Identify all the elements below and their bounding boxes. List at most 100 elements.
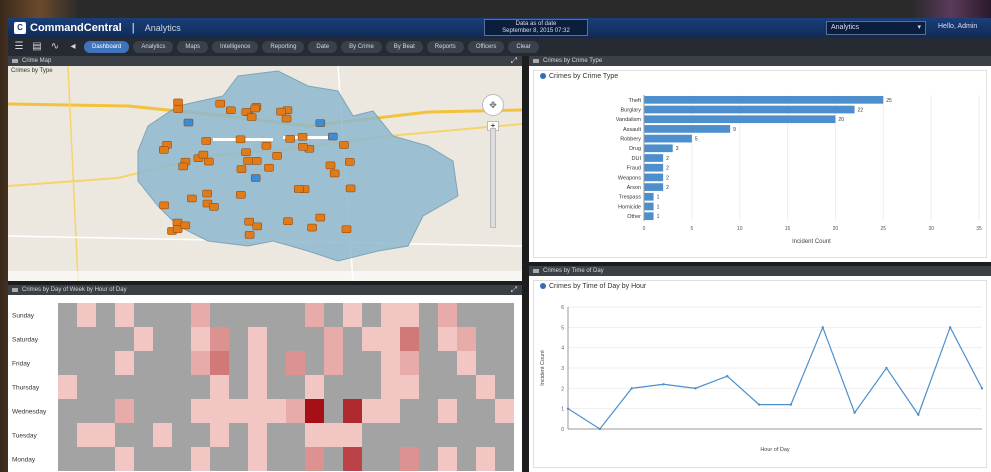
heatmap-cell[interactable] [115, 447, 134, 471]
chart-icon[interactable]: ∿ [48, 41, 62, 53]
heatmap-cell[interactable] [134, 303, 153, 327]
crime-marker[interactable] [183, 118, 194, 127]
heatmap-cell[interactable] [172, 327, 191, 351]
heatmap-cell[interactable] [381, 447, 400, 471]
heatmap-cell[interactable] [96, 303, 115, 327]
crime-marker[interactable] [159, 146, 169, 154]
toolbar-button-clear[interactable]: Clear [508, 41, 539, 53]
heatmap-cell[interactable] [210, 303, 229, 327]
heatmap-cell[interactable] [96, 423, 115, 447]
heatmap-cell[interactable] [286, 327, 305, 351]
crime-marker[interactable] [297, 133, 308, 141]
bar[interactable] [644, 105, 855, 114]
crime-marker[interactable] [250, 104, 261, 113]
heatmap-cell[interactable] [210, 447, 229, 471]
heatmap-cell[interactable] [96, 447, 115, 471]
crime-marker[interactable] [187, 194, 197, 203]
data-point[interactable] [757, 403, 761, 406]
heatmap-cell[interactable] [134, 423, 153, 447]
heatmap-cell[interactable] [324, 399, 343, 423]
heatmap-cell[interactable] [476, 375, 495, 399]
crime-marker[interactable] [243, 157, 253, 165]
heatmap-cell[interactable] [495, 423, 514, 447]
heatmap-cell[interactable] [362, 399, 381, 423]
heatmap-cell[interactable] [476, 303, 495, 327]
heatmap-cell[interactable] [248, 327, 267, 351]
heatmap-cell[interactable] [77, 303, 96, 327]
data-point[interactable] [980, 387, 984, 390]
crime-marker[interactable] [281, 114, 292, 123]
heatmap-cell[interactable] [153, 423, 172, 447]
heatmap-cell[interactable] [77, 423, 96, 447]
heatmap-cell[interactable] [58, 375, 77, 399]
data-point[interactable] [885, 366, 888, 370]
crime-marker[interactable] [285, 135, 295, 143]
zoom-slider[interactable] [490, 128, 496, 228]
heatmap-chart[interactable]: Sunday Saturday Friday Thursday Wednesday Tue… [8, 295, 522, 472]
heatmap-cell[interactable] [362, 447, 381, 471]
toolbar-button-officers[interactable]: Officers [467, 41, 505, 53]
bar[interactable] [644, 125, 731, 133]
heatmap-cell[interactable] [419, 327, 438, 351]
crime-marker[interactable] [215, 99, 226, 108]
heatmap-cell[interactable] [58, 399, 77, 423]
heatmap-cell[interactable] [172, 303, 191, 327]
heatmap-cell[interactable] [286, 351, 305, 375]
heatmap-cell[interactable] [495, 327, 514, 351]
crime-marker[interactable] [173, 98, 183, 107]
heatmap-cell[interactable] [58, 447, 77, 471]
heatmap-cell[interactable] [419, 447, 438, 471]
heatmap-cell[interactable] [457, 303, 476, 327]
heatmap-cell[interactable] [191, 351, 210, 375]
heatmap-cell[interactable] [438, 399, 457, 423]
heatmap-cell[interactable] [381, 351, 400, 375]
heatmap-cell[interactable] [77, 327, 96, 351]
crime-marker[interactable] [178, 162, 188, 171]
heatmap-cell[interactable] [419, 399, 438, 423]
crime-marker[interactable] [252, 222, 263, 231]
crime-marker[interactable] [236, 165, 247, 173]
crime-marker[interactable] [325, 161, 336, 170]
toolbar-button-analytics[interactable]: Analytics [133, 41, 174, 53]
crime-marker[interactable] [250, 174, 261, 182]
data-point[interactable] [726, 374, 729, 378]
menu-icon[interactable]: ☰ [12, 41, 26, 53]
crime-marker[interactable] [276, 107, 286, 116]
crime-marker[interactable] [315, 119, 326, 127]
heatmap-cell[interactable] [58, 423, 77, 447]
toolbar-button-maps[interactable]: Maps [177, 41, 209, 53]
heatmap-cell[interactable] [324, 303, 343, 327]
bar[interactable] [644, 115, 836, 124]
heatmap-cell[interactable] [495, 447, 514, 471]
heatmap-cell[interactable] [324, 351, 343, 375]
expand-icon[interactable]: ⤢ [511, 56, 517, 66]
data-point[interactable] [662, 383, 665, 386]
heatmap-cell[interactable] [172, 375, 191, 399]
heatmap-cell[interactable] [96, 375, 115, 399]
heatmap-cell[interactable] [134, 327, 153, 351]
heatmap-cell[interactable] [400, 447, 419, 471]
heatmap-cell[interactable] [495, 375, 514, 399]
expand-icon[interactable]: ⤢ [511, 285, 517, 295]
bar[interactable] [644, 134, 692, 143]
data-point[interactable] [789, 403, 793, 406]
heatmap-cell[interactable] [305, 303, 324, 327]
data-point[interactable] [917, 413, 920, 416]
crime-marker[interactable] [198, 150, 209, 159]
crime-marker[interactable] [251, 157, 262, 165]
heatmap-cell[interactable] [457, 399, 476, 423]
crime-marker[interactable] [226, 106, 236, 115]
crime-marker[interactable] [345, 184, 356, 193]
crime-marker[interactable] [241, 148, 251, 157]
crime-marker[interactable] [204, 157, 214, 166]
heatmap-cell[interactable] [229, 399, 248, 423]
heatmap-cell[interactable] [172, 399, 191, 423]
heatmap-cell[interactable] [419, 375, 438, 399]
heatmap-cell[interactable] [286, 399, 305, 423]
bar[interactable] [644, 192, 654, 201]
heatmap-cell[interactable] [324, 447, 343, 471]
data-point[interactable] [853, 411, 856, 414]
heatmap-cell[interactable] [381, 303, 400, 327]
heatmap-cell[interactable] [267, 447, 286, 471]
heatmap-cell[interactable] [153, 447, 172, 471]
